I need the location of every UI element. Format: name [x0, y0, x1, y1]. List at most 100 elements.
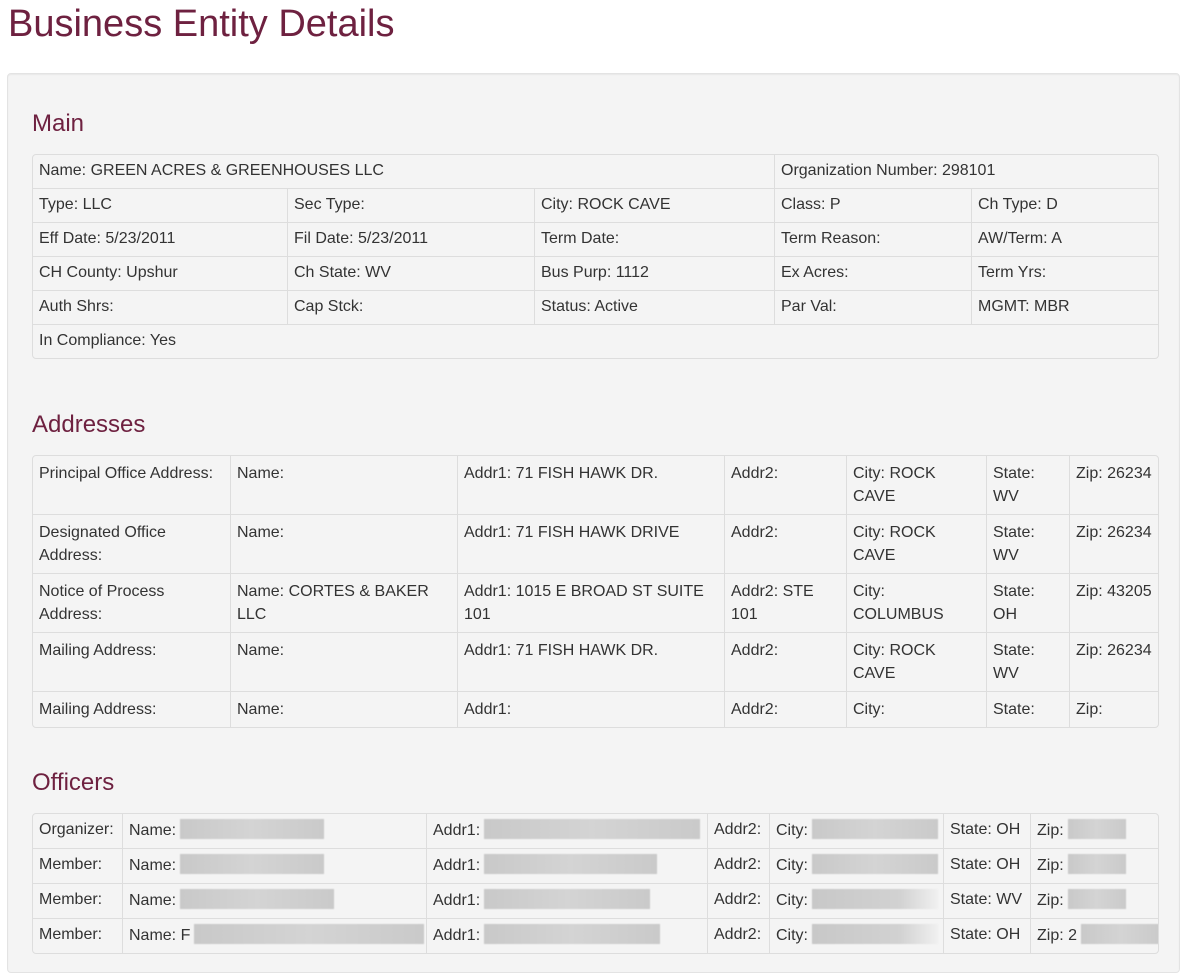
officer-zip-label: Zip:	[1037, 857, 1064, 874]
address-line1: Addr1: 71 FISH HAWK DRIVE	[458, 515, 725, 574]
officer-address-line2-label: Addr2:	[714, 856, 762, 873]
address-state: State: OH	[987, 574, 1070, 633]
officer-name-label: Name:	[129, 857, 177, 874]
address-city: City: ROCK CAVE	[847, 633, 987, 692]
officer-city: City:	[770, 919, 944, 953]
table-row: Member: Name: Addr1: Addr2: City: State: WV Zi…	[33, 884, 1158, 919]
redacted-value	[1067, 889, 1126, 909]
redacted-value	[484, 819, 701, 839]
officer-address-line1-label: Addr1:	[433, 857, 481, 874]
officer-city-label: City:	[776, 857, 808, 874]
table-row: Member: Name: Addr1: Addr2: City: State: OH Zi…	[33, 849, 1158, 884]
officer-address-line2: Addr2:	[708, 849, 770, 884]
address-type: Designated Office Address:	[33, 515, 231, 574]
officer-zip-label: Zip:	[1037, 822, 1064, 839]
entity-type: Type: LLC	[33, 189, 288, 223]
effective-date: Eff Date: 5/23/2011	[33, 223, 288, 257]
excess-acres: Ex Acres:	[775, 257, 972, 291]
officer-role-label: Member:	[39, 856, 103, 873]
redacted-value	[812, 924, 938, 944]
officer-role: Member:	[33, 884, 123, 919]
officer-address-line2-label: Addr2:	[714, 891, 762, 908]
officer-role: Organizer:	[33, 814, 123, 849]
table-row: Name: GREEN ACRES & GREENHOUSES LLC Orga…	[33, 155, 1159, 189]
redacted-value	[1081, 924, 1158, 944]
officer-address-line1: Addr1:	[427, 814, 708, 849]
officer-city-label: City:	[776, 892, 808, 909]
address-line1: Addr1: 1015 E BROAD ST SUITE 101	[458, 574, 725, 633]
table-row: In Compliance: Yes	[33, 325, 1158, 358]
address-state: State: WV	[987, 456, 1070, 515]
address-type: Principal Office Address:	[33, 456, 231, 515]
table-row: Auth Shrs: Cap Stck: Status: Active Par …	[33, 291, 1159, 325]
address-city: City: COLUMBUS	[847, 574, 987, 633]
address-line2: Addr2:	[725, 456, 847, 515]
officer-state-label: State: OH	[950, 926, 1021, 943]
officer-zip: Zip:	[1031, 849, 1158, 884]
redacted-value	[484, 924, 661, 944]
term-date: Term Date:	[535, 223, 775, 257]
address-name: Name:	[231, 633, 458, 692]
address-line2: Addr2:	[725, 633, 847, 692]
officer-city-label: City:	[776, 927, 808, 944]
officer-zip-label: Zip:	[1037, 892, 1064, 909]
sec-type: Sec Type:	[288, 189, 535, 223]
officer-address-line2: Addr2:	[708, 884, 770, 919]
charter-type: Ch Type: D	[972, 189, 1159, 223]
charter-county: CH County: Upshur	[33, 257, 288, 291]
entity-details-panel: Main Name: GREEN ACRES & GREENHOUSES LLC…	[7, 73, 1180, 973]
organization-number: Organization Number: 298101	[775, 155, 1159, 189]
redacted-value	[180, 889, 335, 909]
officer-role-label: Member:	[39, 891, 103, 908]
table-row: Organizer: Name: Addr1: Addr2: City: State: O…	[33, 814, 1158, 849]
address-zip: Zip: 26234	[1070, 456, 1158, 515]
address-type: Notice of Process Address:	[33, 574, 231, 633]
officer-name: Name:	[123, 884, 427, 919]
entity-name: Name: GREEN ACRES & GREENHOUSES LLC	[33, 155, 775, 189]
officer-address-line2: Addr2:	[708, 919, 770, 953]
officer-address-line1: Addr1:	[427, 884, 708, 919]
officer-address-line1: Addr1:	[427, 849, 708, 884]
officer-zip: Zip: 2	[1031, 919, 1158, 953]
redacted-value	[484, 854, 658, 874]
compliance-status: In Compliance: Yes	[39, 332, 176, 349]
table-row: Principal Office Address: Name: Addr1: 71 …	[33, 456, 1158, 515]
redacted-value	[484, 889, 651, 909]
management-type: MGMT: MBR	[972, 291, 1159, 325]
entity-city: City: ROCK CAVE	[535, 189, 775, 223]
officers-section-title: Officers	[32, 769, 115, 796]
officer-address-line1-label: Addr1:	[433, 822, 481, 839]
officer-city: City:	[770, 884, 944, 919]
officer-address-line1-label: Addr1:	[433, 892, 481, 909]
address-line2: Addr2:	[725, 515, 847, 574]
address-state: State:	[987, 692, 1070, 727]
officer-zip: Zip:	[1031, 884, 1158, 919]
par-value: Par Val:	[775, 291, 972, 325]
address-line1: Addr1: 71 FISH HAWK DR.	[458, 633, 725, 692]
redacted-value	[812, 889, 938, 909]
officer-address-line1-label: Addr1:	[433, 927, 481, 944]
redacted-value	[1067, 819, 1126, 839]
officer-name: Name:	[123, 814, 427, 849]
entity-status: Status: Active	[535, 291, 775, 325]
address-zip: Zip: 26234	[1070, 515, 1158, 574]
term-reason: Term Reason:	[775, 223, 972, 257]
officer-state-label: State: WV	[950, 891, 1023, 908]
officer-address-line2-label: Addr2:	[714, 821, 762, 838]
address-line2: Addr2: STE 101	[725, 574, 847, 633]
address-name: Name:	[231, 515, 458, 574]
address-type: Mailing Address:	[33, 633, 231, 692]
officer-state-label: State: OH	[950, 821, 1021, 838]
officer-name-label: Name: F	[129, 927, 191, 944]
addresses-section-title: Addresses	[32, 411, 146, 438]
address-zip: Zip:	[1076, 701, 1103, 718]
officer-city: City:	[770, 814, 944, 849]
officer-name: Name:	[123, 849, 427, 884]
officer-zip: Zip:	[1031, 814, 1158, 849]
address-line2: Addr2:	[725, 692, 847, 727]
officer-state: State: OH	[944, 814, 1031, 849]
address-city: City:	[847, 692, 987, 727]
officer-address-line2: Addr2:	[708, 814, 770, 849]
charter-state: Ch State: WV	[288, 257, 535, 291]
address-name: Name: CORTES & BAKER LLC	[231, 574, 458, 633]
